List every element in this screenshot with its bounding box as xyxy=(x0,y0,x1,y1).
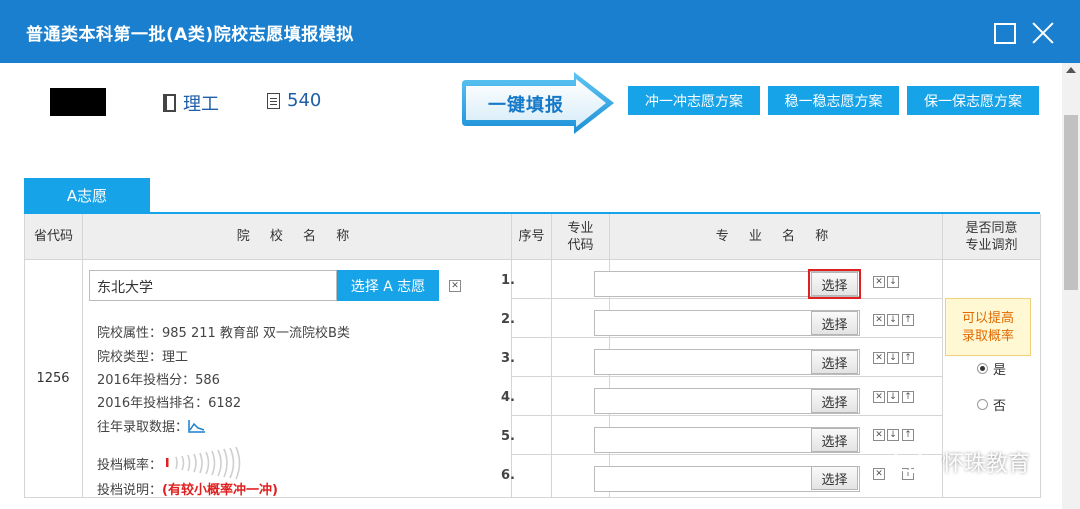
clear-major-icon[interactable]: ✕ xyxy=(873,468,885,480)
note-row: 投档说明：(有较小概率冲一冲) xyxy=(97,479,278,498)
move-down-icon[interactable]: ↓ xyxy=(887,352,899,364)
note-label: 投档说明： xyxy=(97,483,163,498)
clear-major-icon[interactable]: ✕ xyxy=(873,276,885,288)
clear-major-icon[interactable]: ✕ xyxy=(873,314,885,326)
clear-major-icon[interactable]: ✕ xyxy=(873,429,885,441)
watermark-text: 怀珠教育 xyxy=(942,452,1031,477)
select-major-button[interactable]: 选择 xyxy=(808,269,861,299)
move-down-icon[interactable]: ↓ xyxy=(887,276,899,288)
major-seq: 3. xyxy=(501,351,515,366)
wechat-icon xyxy=(893,448,934,475)
adjust-tip-text: 可以提高 录取概率 xyxy=(961,311,1014,344)
select-a-choice-button[interactable]: 选择 A 志愿 xyxy=(337,270,439,301)
clear-major-icon[interactable]: ✕ xyxy=(873,352,885,364)
school-name-input[interactable]: 东北大学 xyxy=(89,270,337,301)
select-major-button[interactable]: 选择 xyxy=(811,389,858,413)
score-info: 540 xyxy=(267,90,321,111)
move-up-icon[interactable]: ↑ xyxy=(902,352,914,364)
header-adjust: 是否同意 专业调剂 xyxy=(943,214,1041,260)
plan-bao-button[interactable]: 保一保志愿方案 xyxy=(907,86,1039,115)
adjust-yes-label: 是 xyxy=(993,363,1007,378)
move-up-icon[interactable]: ↑ xyxy=(902,391,914,403)
probability-label: 投档概率： xyxy=(97,457,163,473)
line-chart-icon[interactable] xyxy=(188,419,206,433)
redacted-name xyxy=(50,88,106,116)
header-major-code: 专业 代码 xyxy=(552,214,610,260)
radio-checked-icon xyxy=(977,363,988,374)
clear-major-icon[interactable]: ✕ xyxy=(873,391,885,403)
move-up-icon[interactable]: ↑ xyxy=(902,429,914,441)
adjust-no-label: 否 xyxy=(993,399,1007,414)
major-seq: 2. xyxy=(501,312,515,327)
major-seq: 4. xyxy=(501,390,515,405)
adjust-no-radio[interactable]: 否 xyxy=(977,395,1006,414)
header-major-name: 专 业 名 称 xyxy=(610,214,943,260)
history-data-row: 往年录取数据： xyxy=(97,416,206,435)
school-type: 院校类型：理工 xyxy=(97,350,189,365)
scroll-up-icon[interactable] xyxy=(1066,67,1076,73)
one-key-fill-button[interactable]: 一键填报 xyxy=(458,70,618,136)
adjust-tip: 可以提高 录取概率 xyxy=(945,298,1031,356)
select-major-button[interactable]: 选择 xyxy=(811,311,858,335)
subject-label: 理工 xyxy=(183,94,219,115)
clear-school-icon[interactable]: ✕ xyxy=(449,280,461,292)
header-province-code: 省代码 xyxy=(25,214,83,260)
school-score-2016: 2016年投档分：586 xyxy=(97,373,220,388)
subject-info: 理工 xyxy=(163,90,219,116)
score-label: 540 xyxy=(287,90,322,111)
one-key-fill-label: 一键填报 xyxy=(488,95,564,116)
vertical-scrollbar[interactable] xyxy=(1062,63,1080,509)
tab-a-choice[interactable]: A志愿 xyxy=(24,178,150,213)
watermark: 怀珠教育 xyxy=(892,446,1030,478)
plan-chong-button[interactable]: 冲一冲志愿方案 xyxy=(628,86,760,115)
move-down-icon[interactable]: ↓ xyxy=(887,429,899,441)
maximize-icon[interactable] xyxy=(992,20,1016,44)
school-attribute: 院校属性：985 211 教育部 双一流院校B类 xyxy=(97,326,350,341)
select-major-button[interactable]: 选择 xyxy=(811,428,858,452)
header-school-name: 院 校 名 称 xyxy=(83,214,512,260)
move-down-icon[interactable]: ↓ xyxy=(887,314,899,326)
school-rank-2016: 2016年投档排名：6182 xyxy=(97,396,242,411)
scroll-thumb[interactable] xyxy=(1064,115,1078,290)
select-major-button[interactable]: 选择 xyxy=(811,466,858,490)
window-title: 普通类本科第一批(A类)院校志愿填报模拟 xyxy=(26,25,354,45)
select-major-button[interactable]: 选择 xyxy=(811,350,858,374)
probability-meter-icon xyxy=(166,446,241,480)
plan-wen-button[interactable]: 稳一稳志愿方案 xyxy=(768,86,899,115)
book-icon xyxy=(163,94,176,112)
major-seq: 6. xyxy=(501,468,515,483)
province-code-value: 1256 xyxy=(36,371,70,386)
radio-unchecked-icon xyxy=(977,399,988,410)
document-icon xyxy=(267,92,280,109)
move-down-icon[interactable]: ↓ xyxy=(887,391,899,403)
adjust-yes-radio[interactable]: 是 xyxy=(977,359,1006,378)
title-bar: 普通类本科第一批(A类)院校志愿填报模拟 xyxy=(0,0,1080,63)
major-seq: 1. xyxy=(501,273,515,288)
probability-row: 投档概率： xyxy=(97,446,259,480)
header-seq: 序号 xyxy=(512,214,552,260)
close-icon[interactable] xyxy=(1031,20,1055,44)
move-up-icon[interactable]: ↑ xyxy=(902,314,914,326)
note-value: (有较小概率冲一冲) xyxy=(162,483,278,498)
major-seq: 5. xyxy=(501,429,515,444)
history-data-label: 往年录取数据： xyxy=(97,420,189,435)
